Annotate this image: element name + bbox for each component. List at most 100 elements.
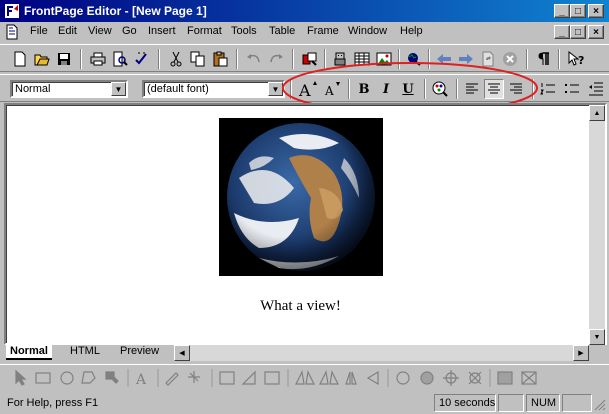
help-button[interactable]: ? xyxy=(566,49,586,69)
menu-edit[interactable]: Edit xyxy=(58,25,77,37)
refresh-button[interactable] xyxy=(478,49,498,69)
show-explorer-button[interactable] xyxy=(300,49,320,69)
style-dropdown[interactable]: Normal ▼ xyxy=(10,80,128,98)
toolbar-separator xyxy=(526,49,528,69)
toolbar-separator xyxy=(428,49,430,69)
maximize-button[interactable]: □ xyxy=(570,4,586,18)
print-preview-button[interactable] xyxy=(110,49,130,69)
status-scroll-lock xyxy=(562,394,592,412)
menu-view[interactable]: View xyxy=(88,25,112,37)
page-caption: What a view! xyxy=(260,298,341,314)
robot-icon xyxy=(334,52,346,66)
stop-button[interactable] xyxy=(500,49,520,69)
font-dropdown[interactable]: (default font) ▼ xyxy=(142,80,285,98)
svg-text:?: ? xyxy=(578,54,584,67)
bold-button[interactable]: B xyxy=(354,79,374,99)
scroll-up-arrow-icon[interactable]: ▲ xyxy=(589,105,605,121)
status-help-text: For Help, press F1 xyxy=(7,397,99,409)
scroll-left-arrow-icon[interactable]: ◀ xyxy=(174,345,190,361)
minimize-icon: _ xyxy=(559,5,565,17)
menu-go[interactable]: Go xyxy=(122,25,137,37)
horizontal-scrollbar[interactable]: ◀ ▶ xyxy=(174,345,589,361)
toolbar-separator xyxy=(158,49,160,69)
menu-format[interactable]: Format xyxy=(187,25,222,37)
status-num-lock: NUM xyxy=(526,394,560,412)
undo-button[interactable] xyxy=(244,49,264,69)
cut-button[interactable] xyxy=(166,49,186,69)
save-button[interactable] xyxy=(54,49,74,69)
menu-window[interactable]: Window xyxy=(348,25,387,37)
status-download-time: 10 seconds xyxy=(434,394,496,412)
window-title: FrontPage Editor - [New Page 1] xyxy=(24,4,207,18)
chevron-down-icon[interactable]: ▼ xyxy=(111,82,126,96)
save-disk-icon xyxy=(58,53,70,65)
document-icon[interactable] xyxy=(4,24,20,40)
spell-check-icon xyxy=(135,52,147,65)
toolbar-separator xyxy=(424,79,426,99)
frontpage-app-icon[interactable] xyxy=(4,3,20,19)
show-paragraph-marks-button[interactable] xyxy=(534,49,554,69)
new-page-icon xyxy=(14,51,26,67)
align-right-icon xyxy=(510,83,522,94)
help-pointer-icon: ? xyxy=(568,51,584,67)
title-bar[interactable]: FrontPage Editor - [New Page 1] _ □ × xyxy=(0,0,609,22)
new-page-button[interactable] xyxy=(10,49,30,69)
menu-table[interactable]: Table xyxy=(269,25,295,37)
decrease-font-size-button[interactable]: A xyxy=(322,79,342,99)
tab-html[interactable]: HTML xyxy=(66,345,104,360)
numbered-list-button[interactable] xyxy=(538,79,558,99)
close-button[interactable]: × xyxy=(588,4,604,18)
scroll-right-arrow-icon[interactable]: ▶ xyxy=(573,345,589,361)
restore-icon: □ xyxy=(574,26,582,38)
bulleted-list-button[interactable] xyxy=(562,79,582,99)
doc-close-button[interactable]: × xyxy=(588,25,604,39)
numbered-list-icon xyxy=(540,83,555,95)
image-icon xyxy=(376,52,392,66)
increase-font-size-button[interactable]: A xyxy=(298,79,318,99)
align-right-button[interactable] xyxy=(506,79,526,99)
resize-grip-icon[interactable] xyxy=(594,399,606,411)
redo-button[interactable] xyxy=(266,49,286,69)
text-color-button[interactable] xyxy=(430,79,450,99)
open-button[interactable] xyxy=(32,49,52,69)
menu-file[interactable]: File xyxy=(30,25,48,37)
menu-help[interactable]: Help xyxy=(400,25,423,37)
refresh-page-icon xyxy=(482,51,494,67)
copy-button[interactable] xyxy=(188,49,208,69)
menu-bar: File Edit View Go Insert Format Tools Ta… xyxy=(0,22,609,42)
italic-button[interactable]: I xyxy=(376,79,396,99)
earth-image[interactable] xyxy=(219,118,383,276)
doc-restore-button[interactable]: □ xyxy=(570,25,586,39)
svg-text:A: A xyxy=(298,81,311,98)
tab-normal[interactable]: Normal xyxy=(6,345,52,360)
doc-minimize-button[interactable]: _ xyxy=(554,25,570,39)
align-center-icon xyxy=(488,83,500,94)
table-grid-icon xyxy=(354,52,370,66)
vertical-scrollbar[interactable]: ▲ ▼ xyxy=(589,105,605,345)
decrease-font-icon: A xyxy=(324,82,340,98)
insert-table-button[interactable] xyxy=(352,49,372,69)
editor-page[interactable]: What a view! xyxy=(4,103,607,345)
webbot-button[interactable] xyxy=(330,49,350,69)
underline-button[interactable]: U xyxy=(398,79,418,99)
chevron-down-icon[interactable]: ▼ xyxy=(268,82,283,96)
spelling-button[interactable] xyxy=(132,49,152,69)
tab-preview[interactable]: Preview xyxy=(116,345,163,360)
minimize-button[interactable]: _ xyxy=(554,4,570,18)
align-center-button[interactable] xyxy=(484,79,504,99)
insert-image-button[interactable] xyxy=(374,49,394,69)
paste-button[interactable] xyxy=(210,49,230,69)
toolbar-separator xyxy=(324,49,326,69)
back-button[interactable] xyxy=(434,49,454,69)
menu-tools[interactable]: Tools xyxy=(231,25,257,37)
align-left-button[interactable] xyxy=(462,79,482,99)
menu-insert[interactable]: Insert xyxy=(148,25,176,37)
earth-globe-picture xyxy=(227,123,375,271)
scroll-down-arrow-icon[interactable]: ▼ xyxy=(589,329,605,345)
hyperlink-button[interactable] xyxy=(404,49,424,69)
bulleted-list-icon xyxy=(565,84,579,93)
forward-button[interactable] xyxy=(456,49,476,69)
menu-frame[interactable]: Frame xyxy=(307,25,339,37)
print-button[interactable] xyxy=(88,49,108,69)
decrease-indent-button[interactable] xyxy=(586,79,606,99)
